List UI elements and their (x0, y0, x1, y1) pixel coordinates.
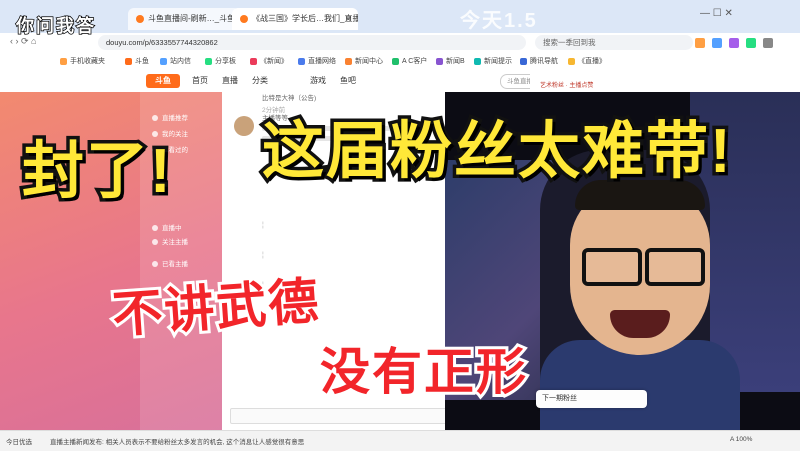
extension-icon[interactable] (712, 38, 722, 48)
site-header: 斗鱼 首页 直播 分类 游戏 鱼吧 斗鱼直播 (0, 70, 800, 93)
bookmark-item[interactable]: 《直播》 (568, 56, 606, 66)
nav-forum[interactable]: 鱼吧 (340, 75, 356, 86)
bookmark-item[interactable]: A C客户 (392, 56, 427, 66)
nav-home[interactable]: 首页 (192, 75, 208, 86)
caption-right: 这届粉丝太难带! (259, 114, 735, 190)
status-bar: 今日优选 直播主播新闻发布: 相关人员表示不要给粉丝太多发言的机会, 这个消息让… (0, 430, 800, 451)
caption-red-2: 没有正形 (317, 341, 529, 403)
bookmark-item[interactable]: 直播网络 (298, 56, 336, 66)
menu-icon[interactable] (763, 38, 773, 48)
chat-header-text: 艺术粉丝 · 主播点赞 (540, 83, 594, 89)
sidebar-item[interactable]: 已看主播 (152, 258, 188, 268)
status-news[interactable]: 直播主播新闻发布: 相关人员表示不要给粉丝太多发言的机会, 这个消息让人感觉很有… (50, 436, 304, 446)
top-overlay-text: 今天1.5 (460, 10, 538, 32)
gift-popup[interactable]: 下一期粉丝 (536, 390, 647, 408)
corner-title: 你问我答 (15, 15, 96, 37)
zoom-level[interactable]: A 100% (730, 436, 752, 443)
bookmark-item[interactable]: 手机收藏夹 (60, 56, 105, 66)
bookmark-item[interactable]: 新闻中心 (345, 56, 383, 66)
browser-tab-active[interactable]: 《战三国》学长后…我们_直播 ✕ (232, 8, 358, 30)
nav-category[interactable]: 分类 (252, 75, 268, 86)
caption-red-1: 不讲武德 (108, 270, 325, 346)
bookmark-item[interactable]: 站内信 (160, 56, 191, 66)
tab-favicon-icon (240, 14, 248, 23)
bookmark-item[interactable]: 新闻提示 (474, 56, 512, 66)
avatar[interactable] (234, 116, 254, 136)
browser-tab[interactable]: 斗鱼直播间-刷新…_斗鱼直播 (128, 8, 240, 30)
browser-search-input[interactable]: 搜索一季回到我 (535, 35, 693, 50)
divider: ¦ (262, 222, 264, 229)
bookmark-item[interactable]: 腾讯导航 (520, 56, 558, 66)
bookmark-item[interactable]: 斗鱼 (125, 56, 149, 66)
caption-left: 封了! (19, 134, 175, 210)
extension-icon[interactable] (746, 38, 756, 48)
bookmark-item[interactable]: 分享板 (205, 56, 236, 66)
divider: ¦ (262, 252, 264, 259)
glasses-icon (582, 248, 642, 286)
glasses-icon (645, 248, 705, 286)
bookmark-item[interactable]: 新闻B (436, 56, 465, 66)
tab-label: 《战三国》学长后…我们_直播 (252, 14, 358, 23)
tab-label: 斗鱼直播间-刷新…_斗鱼直播 (148, 14, 240, 23)
extension-icon[interactable] (729, 38, 739, 48)
sidebar-item[interactable]: 直播中 (152, 222, 182, 232)
extension-icon[interactable] (695, 38, 705, 48)
sidebar-item[interactable]: 关注主播 (152, 236, 188, 246)
address-row: ‹ › ⟳ ⌂ douyu.com/p/6333557744320862 搜索一… (0, 33, 800, 54)
close-icon[interactable]: ✕ (344, 8, 352, 30)
bookmarks-bar: 手机收藏夹 斗鱼 站内信 分享板 《新闻》 直播网络 新闻中心 A C客户 新闻… (0, 53, 800, 71)
bookmark-item[interactable]: 《新闻》 (250, 56, 288, 66)
site-logo[interactable]: 斗鱼 (146, 74, 180, 88)
url-input[interactable]: douyu.com/p/6333557744320862 (98, 35, 526, 50)
nav-games[interactable]: 游戏 (310, 75, 326, 86)
tab-favicon-icon (136, 14, 144, 23)
browser-tab-bar: 斗鱼直播间-刷新…_斗鱼直播 《战三国》学长后…我们_直播 ✕ — ☐ ✕ (0, 0, 800, 33)
status-left[interactable]: 今日优选 (6, 436, 32, 446)
comment-input[interactable] (230, 408, 472, 424)
nav-live[interactable]: 直播 (222, 75, 238, 86)
window-controls[interactable]: — ☐ ✕ (700, 8, 733, 19)
